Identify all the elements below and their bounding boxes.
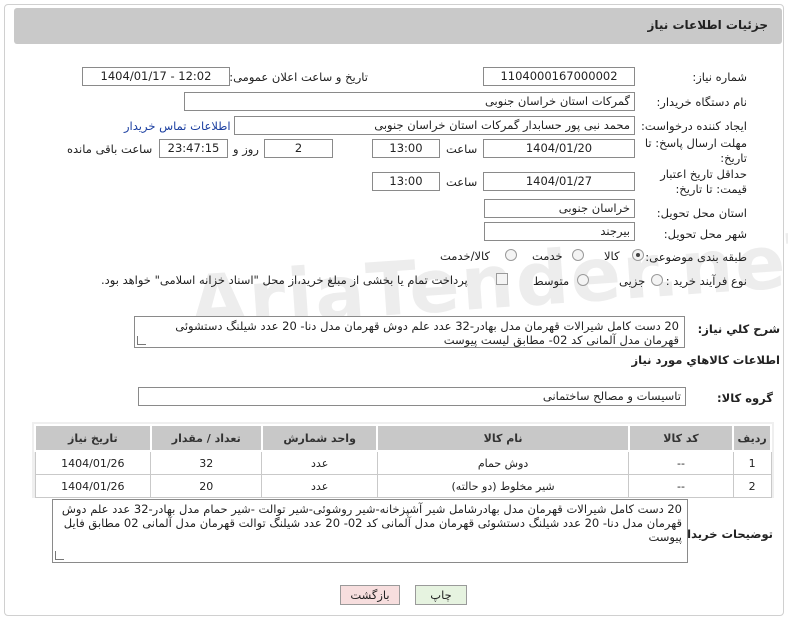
need-number-field: 1104000167000002 bbox=[483, 67, 635, 86]
remaining-time-field: 23:47:15 bbox=[159, 139, 228, 158]
col-qty: تعداد / مقدار bbox=[149, 424, 263, 452]
days-label: روز و bbox=[233, 142, 259, 156]
cell-code: -- bbox=[628, 450, 734, 475]
resize-handle-icon[interactable] bbox=[137, 336, 146, 345]
requester-label: ایجاد کننده درخواست: bbox=[641, 119, 747, 133]
table-header-row: ردیف کد کالا نام کالا واحد شمارش تعداد /… bbox=[34, 424, 772, 452]
summary-label: شرح کلي نياز: bbox=[697, 322, 780, 336]
deadline-time-field: 13:00 bbox=[372, 139, 440, 158]
summary-text: 20 دست کامل شیرالات قهرمان مدل بهادر-32 … bbox=[175, 319, 679, 347]
col-name: نام کالا bbox=[376, 424, 630, 452]
cell-date: 1404/01/26 bbox=[34, 474, 152, 498]
col-code: کد کالا bbox=[627, 424, 735, 452]
table-row[interactable]: 2 -- شیر مخلوط (دو حالته) عدد 20 1404/01… bbox=[34, 474, 772, 498]
resize-handle-icon[interactable] bbox=[55, 551, 64, 560]
buyer-contact-link[interactable]: اطلاعات تماس خریدار bbox=[124, 119, 231, 133]
buyer-notes-label: توضیحات خریدار: bbox=[675, 527, 773, 541]
cell-qty: 32 bbox=[150, 450, 263, 475]
buyer-org-field: گمرکات استان خراسان جنوبی bbox=[184, 92, 635, 111]
deadline-date-field: 1404/01/20 bbox=[483, 139, 635, 158]
validity-label-text: حداقل تاریخ اعتبار قیمت: تا تاریخ: bbox=[660, 167, 747, 196]
goods-table: ردیف کد کالا نام کالا واحد شمارش تعداد /… bbox=[34, 424, 772, 498]
category-radio-service[interactable] bbox=[572, 249, 584, 261]
deadline-time-label: ساعت bbox=[446, 142, 478, 156]
deadline-label-text: مهلت ارسال پاسخ: تا تاریخ: bbox=[644, 136, 747, 165]
category-radio-goods-service[interactable] bbox=[505, 249, 517, 261]
validity-time-label: ساعت bbox=[446, 175, 478, 189]
category-label: طبقه بندی موضوعی: bbox=[645, 250, 747, 264]
province-field: خراسان جنوبی bbox=[484, 199, 635, 218]
need-number-label: شماره نیاز: bbox=[692, 70, 747, 84]
cell-row: 2 bbox=[732, 474, 772, 498]
purchase-option-medium: متوسط bbox=[533, 274, 570, 288]
validity-date-field: 1404/01/27 bbox=[483, 172, 635, 191]
cell-unit: عدد bbox=[261, 450, 378, 475]
page-title: جزئیات اطلاعات نیاز bbox=[647, 18, 768, 32]
col-date: تاریخ نیاز bbox=[34, 424, 152, 452]
category-option-goods-service: کالا/خدمت bbox=[440, 249, 491, 263]
purchase-type-label: نوع فرآیند خرید : bbox=[665, 274, 747, 288]
cell-date: 1404/01/26 bbox=[34, 450, 152, 475]
col-row: ردیف bbox=[732, 424, 772, 452]
buyer-notes-textarea[interactable]: 20 دست کامل شیرالات قهرمان مدل بهادرشامل… bbox=[52, 499, 688, 563]
province-label: استان محل تحویل: bbox=[656, 206, 747, 220]
cell-code: -- bbox=[628, 474, 734, 498]
purchase-radio-medium[interactable] bbox=[577, 274, 589, 286]
treasury-checkbox-label: پرداخت تمام یا بخشی از مبلغ خرید،از محل … bbox=[101, 273, 468, 287]
summary-textarea[interactable]: 20 دست کامل شیرالات قهرمان مدل بهادر-32 … bbox=[134, 316, 685, 348]
cell-qty: 20 bbox=[150, 474, 263, 498]
category-radio-goods[interactable] bbox=[632, 249, 644, 261]
remaining-label: ساعت باقی مانده bbox=[67, 142, 153, 156]
goods-group-label: گروه کالا: bbox=[717, 391, 773, 405]
validity-time-field: 13:00 bbox=[372, 172, 440, 191]
goods-group-field: تاسیسات و مصالح ساختمانی bbox=[138, 387, 686, 406]
cell-name: دوش حمام bbox=[376, 450, 630, 475]
announce-label: تاریخ و ساعت اعلان عمومی: bbox=[229, 70, 368, 84]
print-button[interactable]: چاپ bbox=[415, 585, 467, 605]
purchase-radio-minor[interactable] bbox=[651, 274, 663, 286]
deadline-label: مهلت ارسال پاسخ: تا تاریخ: bbox=[632, 136, 747, 166]
buyer-org-label: نام دستگاه خریدار: bbox=[656, 95, 747, 109]
category-option-goods: کالا bbox=[604, 249, 620, 263]
col-unit: واحد شمارش bbox=[260, 424, 379, 452]
remaining-days-field: 2 bbox=[264, 139, 333, 158]
city-field: بیرجند bbox=[484, 222, 635, 241]
cell-name: شیر مخلوط (دو حالته) bbox=[376, 474, 630, 498]
table-row[interactable]: 1 -- دوش حمام عدد 32 1404/01/26 bbox=[34, 450, 772, 475]
cell-row: 1 bbox=[732, 450, 772, 475]
goods-section-title: اطلاعات کالاهاي مورد نياز bbox=[631, 353, 780, 367]
validity-label: حداقل تاریخ اعتبار قیمت: تا تاریخ: bbox=[632, 167, 747, 197]
cell-unit: عدد bbox=[261, 474, 378, 498]
announce-field: 1404/01/17 - 12:02 bbox=[82, 67, 230, 86]
city-label: شهر محل تحویل: bbox=[663, 227, 747, 241]
requester-field: محمد نبی پور حسابدار گمرکات استان خراسان… bbox=[234, 116, 635, 135]
purchase-option-minor: جزیی bbox=[619, 274, 646, 288]
treasury-checkbox[interactable] bbox=[496, 273, 508, 285]
back-button[interactable]: بازگشت bbox=[340, 585, 400, 605]
category-option-service: خدمت bbox=[532, 249, 563, 263]
buyer-notes-text: 20 دست کامل شیرالات قهرمان مدل بهادرشامل… bbox=[61, 502, 682, 544]
